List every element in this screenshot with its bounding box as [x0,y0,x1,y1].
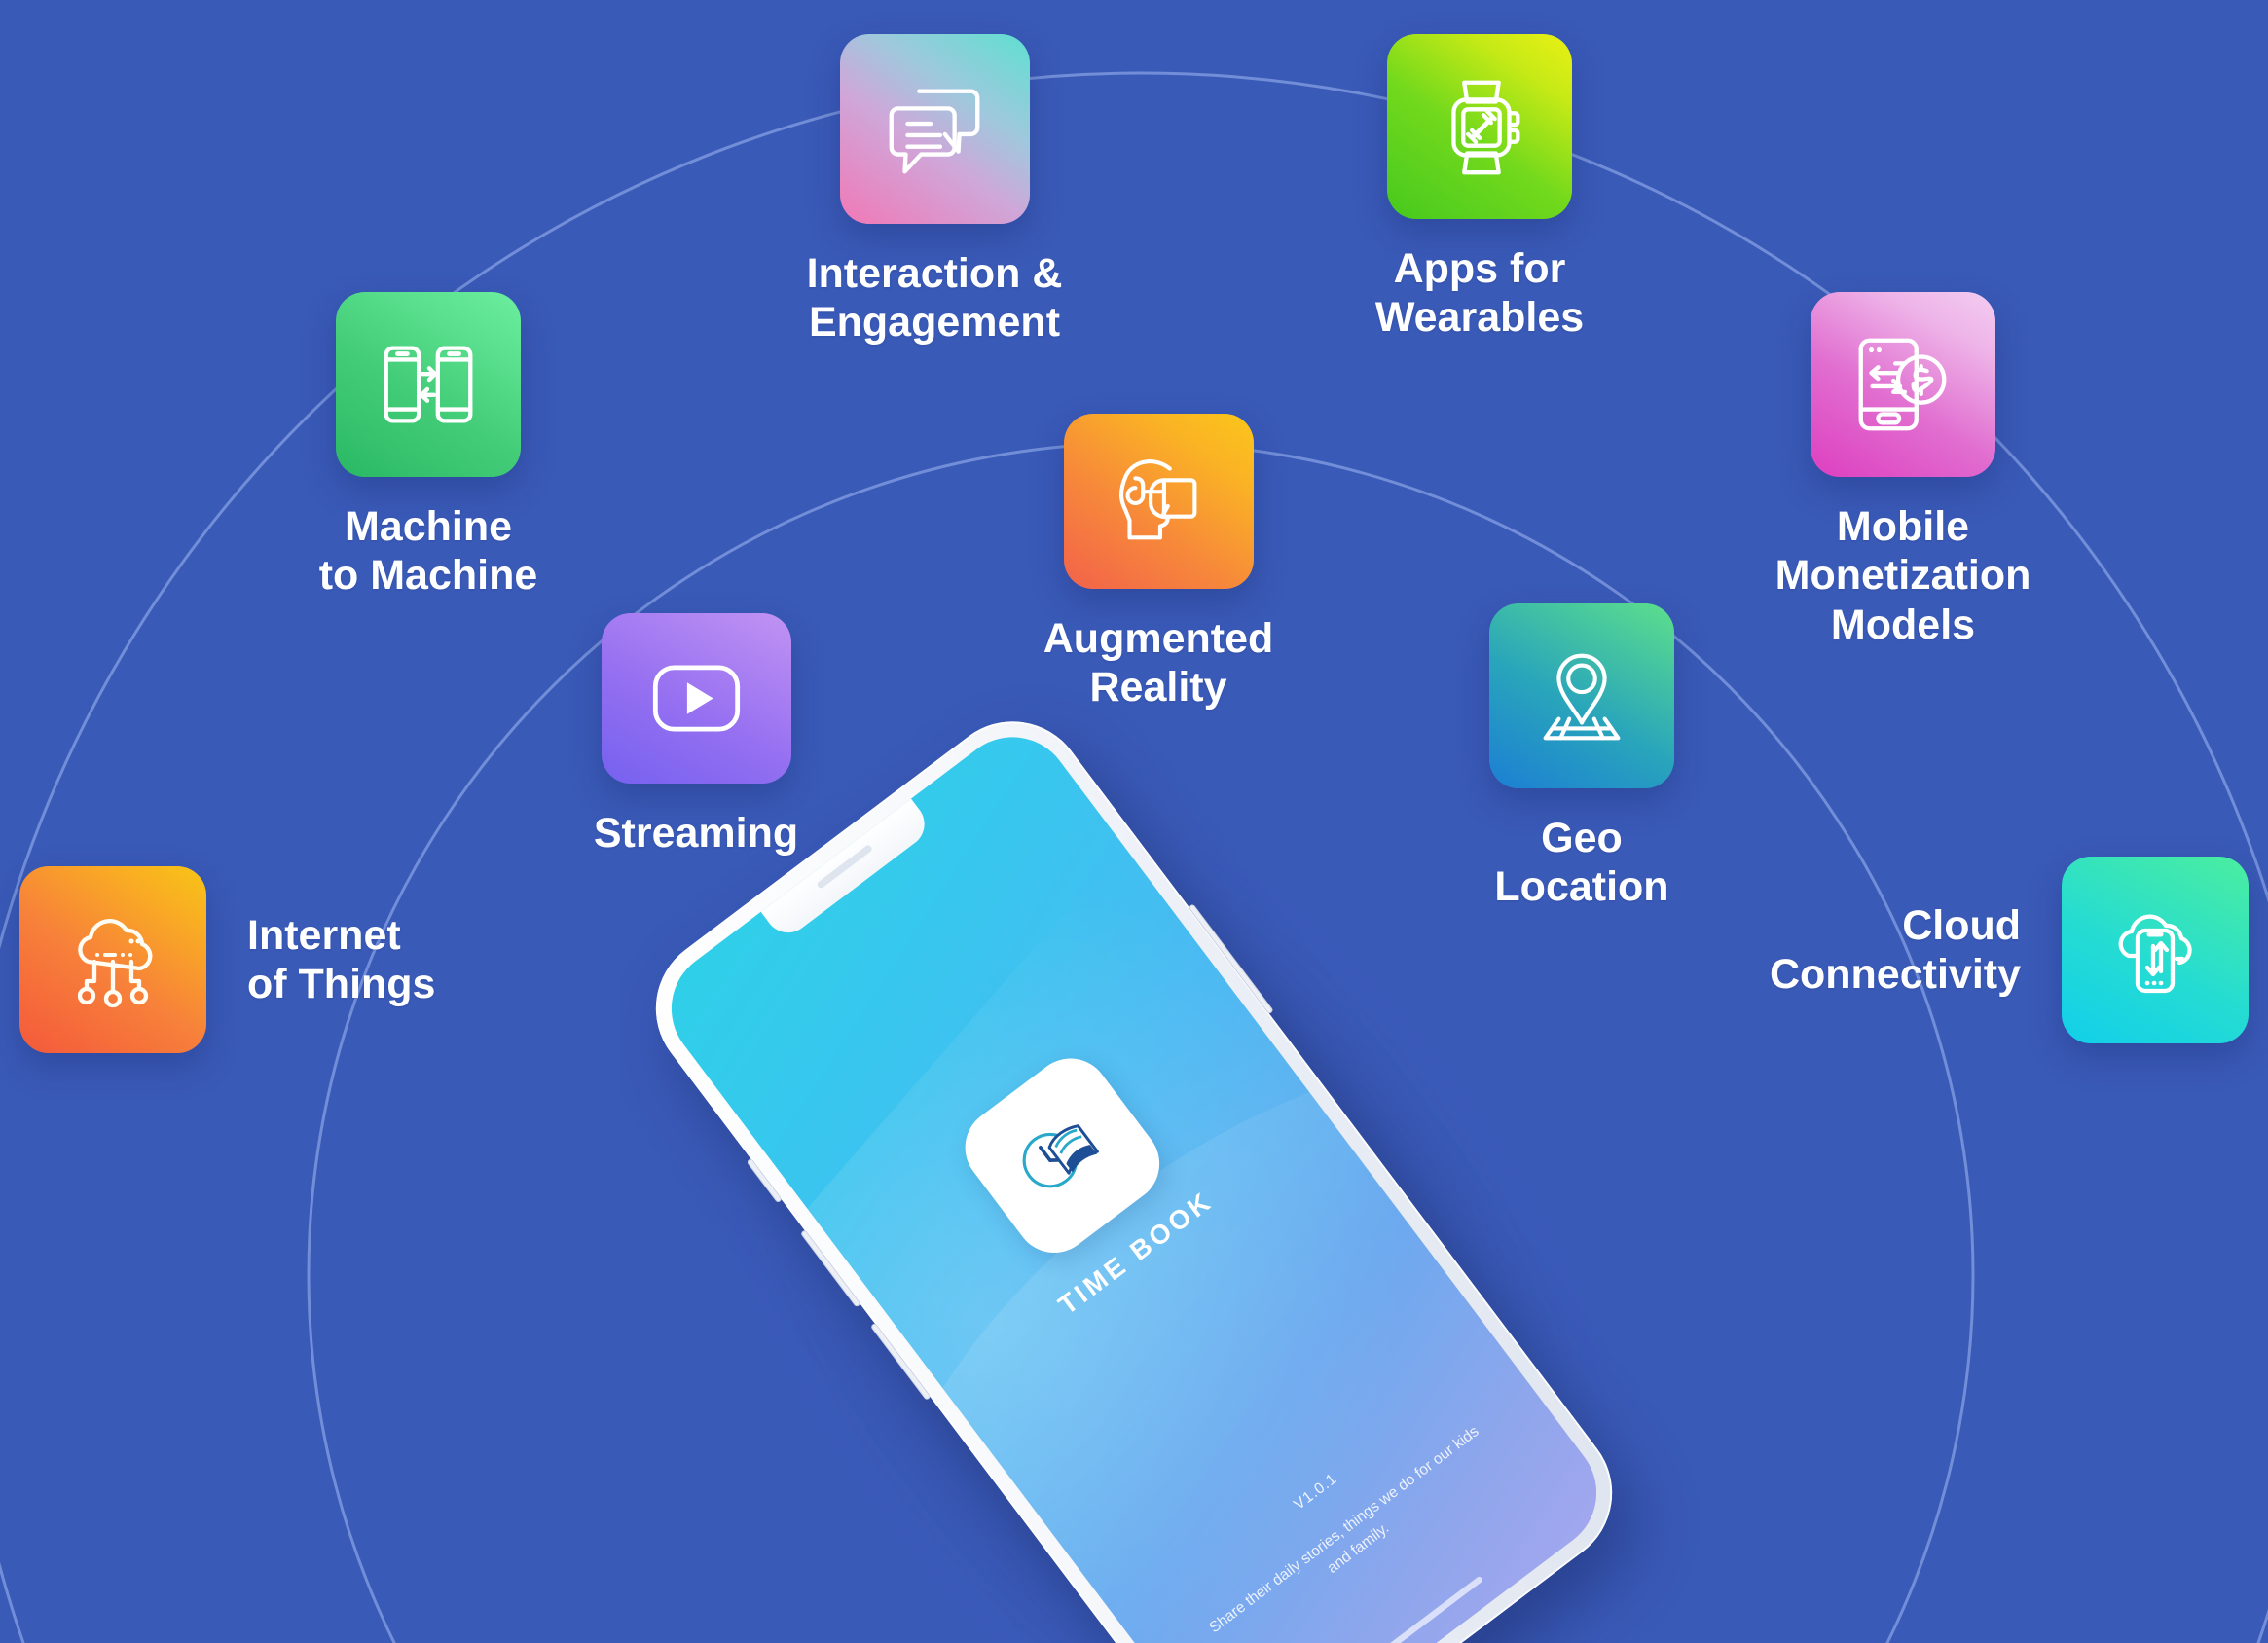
map-pin-grid-icon [1489,603,1674,788]
chat-bubbles-icon [839,34,1030,224]
phone-dollar-transfer-icon [1811,292,1995,477]
node-label: Cloud Connectivity [1769,901,2021,998]
cloud-nodes-icon [19,866,206,1053]
infographic-canvas: TIME BOOK V1.0.1 Share their daily stori… [0,0,2268,1643]
node-label: Mobile Monetization Models [1774,503,2031,648]
node-label: Interaction & Engagement [806,250,1063,347]
node-label: Apps for Wearables [1374,245,1585,342]
node-mobile-monetization-models[interactable]: Mobile Monetization Models [1713,292,2093,649]
vr-headset-head-icon [1063,414,1254,589]
node-label: Augmented Reality [1043,615,1274,712]
node-internet-of-things[interactable]: Internet of Things [19,866,435,1053]
node-label: Streaming [593,810,799,857]
node-interaction-engagement[interactable]: Interaction & Engagement [725,34,1144,347]
node-machine-to-machine[interactable]: Machine to Machine [243,292,613,601]
cloud-phone-sync-icon [2062,857,2249,1043]
node-apps-for-wearables[interactable]: Apps for Wearables [1295,34,1664,343]
node-augmented-reality[interactable]: Augmented Reality [993,414,1324,712]
node-label: Geo Location [1494,815,1669,911]
node-label: Machine to Machine [318,503,538,600]
node-label: Internet of Things [247,911,436,1007]
node-cloud-connectivity[interactable]: Cloud Connectivity [1770,857,2249,1043]
node-geo-location[interactable]: Geo Location [1416,603,1747,912]
play-video-icon [601,613,791,784]
smartwatch-fitness-icon [1387,34,1572,219]
node-streaming[interactable]: Streaming [530,613,861,858]
two-phones-exchange-icon [336,292,521,477]
